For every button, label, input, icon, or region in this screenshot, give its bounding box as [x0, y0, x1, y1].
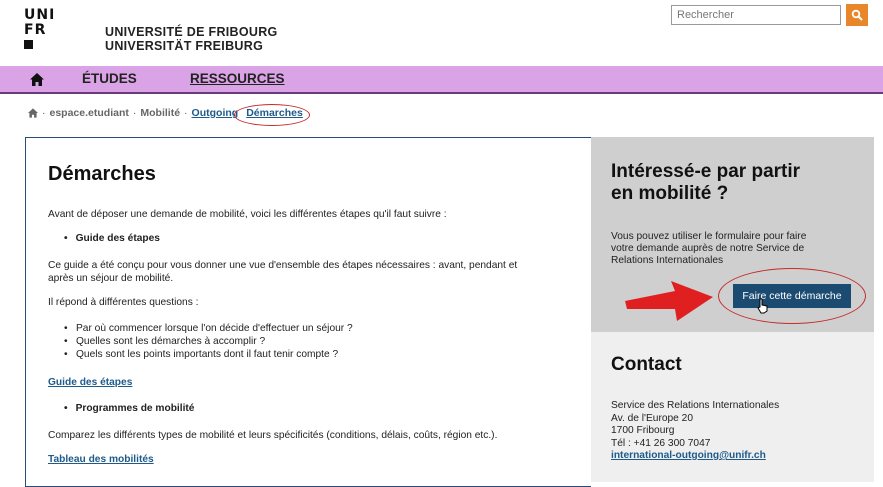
- programmes-heading: Programmes de mobilité: [64, 403, 195, 414]
- questions-intro: Il répond à différentes questions :: [48, 297, 199, 308]
- unifr-logo[interactable]: UNI FR: [24, 8, 55, 49]
- guide-description-line1: Ce guide a été conçu pour vous donner un…: [48, 260, 518, 271]
- home-icon[interactable]: [28, 108, 38, 118]
- home-button[interactable]: [30, 71, 44, 90]
- logo-line-fr: FR: [24, 22, 47, 38]
- guide-description-line2: après un séjour de mobilité.: [48, 273, 174, 284]
- logo-square: [24, 40, 33, 49]
- university-name-fr: UNIVERSITÉ DE FRIBOURG: [105, 25, 278, 39]
- cta-text-line1: Vous pouvez utiliser le formulaire pour …: [611, 231, 807, 242]
- nav-item-ressources[interactable]: RESSOURCES: [190, 71, 285, 86]
- contact-panel: Contact Service des Relations Internatio…: [591, 332, 874, 482]
- programmes-description: Comparez les différents types de mobilit…: [48, 430, 498, 441]
- university-name-de: UNIVERSITÄT FREIBURG: [105, 39, 264, 53]
- cta-text-line3: Relations Internationales: [611, 255, 724, 266]
- breadcrumb-separator: ·: [184, 107, 188, 119]
- question-item: Quelles sont les démarches à accomplir ?: [64, 335, 265, 348]
- university-name: UNIVERSITÉ DE FRIBOURG UNIVERSITÄT FREIB…: [105, 25, 278, 53]
- pointer-cursor-icon: [757, 298, 768, 314]
- main-nav: ÉTUDES RESSOURCES: [0, 66, 883, 94]
- annotation-circle-button: [718, 268, 866, 324]
- contact-email-link[interactable]: international-outgoing@unifr.ch: [611, 450, 779, 463]
- question-item: Par où commencer lorsque l'on décide d'e…: [64, 322, 353, 335]
- annotation-circle-breadcrumb: [234, 104, 310, 126]
- contact-title: Contact: [611, 354, 682, 375]
- logo-line-uni: UNI: [24, 7, 56, 23]
- breadcrumb-item-espace-etudiant[interactable]: espace.etudiant: [50, 107, 129, 119]
- mobility-table-link[interactable]: Tableau des mobilités: [48, 454, 154, 465]
- contact-line: Service des Relations Internationales: [611, 400, 780, 411]
- search-icon: [851, 9, 863, 21]
- home-icon: [30, 73, 44, 86]
- breadcrumb-separator: ·: [42, 107, 46, 119]
- intro-text: Avant de déposer une demande de mobilité…: [48, 209, 447, 220]
- guide-heading: Guide des étapes: [64, 233, 160, 244]
- question-item: Quels sont les points importants dont il…: [64, 348, 338, 361]
- page-title: Démarches: [48, 163, 156, 185]
- contact-details: Service des Relations Internationales Av…: [611, 400, 779, 463]
- guide-link[interactable]: Guide des étapes: [48, 377, 132, 388]
- contact-line: Tél : +41 26 300 7047: [611, 437, 711, 449]
- cta-title-line1: Intéressé-e par partir: [611, 161, 801, 182]
- contact-line: Av. de l'Europe 20: [611, 412, 693, 424]
- breadcrumb-item-mobilite[interactable]: Mobilité: [140, 107, 180, 119]
- cta-text-line2: votre demande auprès de notre Service de: [611, 243, 805, 254]
- search-button[interactable]: [846, 4, 868, 26]
- search-input[interactable]: [671, 5, 841, 25]
- breadcrumb-item-outgoing[interactable]: Outgoing: [192, 107, 239, 119]
- main-content: Démarches Avant de déposer une demande d…: [25, 137, 591, 487]
- breadcrumb-separator: ·: [132, 107, 137, 119]
- search-bar: [671, 4, 868, 26]
- annotation-arrow-icon: [625, 281, 713, 321]
- contact-line: 1700 Fribourg: [611, 425, 675, 436]
- nav-item-etudes[interactable]: ÉTUDES: [82, 71, 137, 86]
- cta-title-line2: en mobilité ?: [611, 183, 729, 204]
